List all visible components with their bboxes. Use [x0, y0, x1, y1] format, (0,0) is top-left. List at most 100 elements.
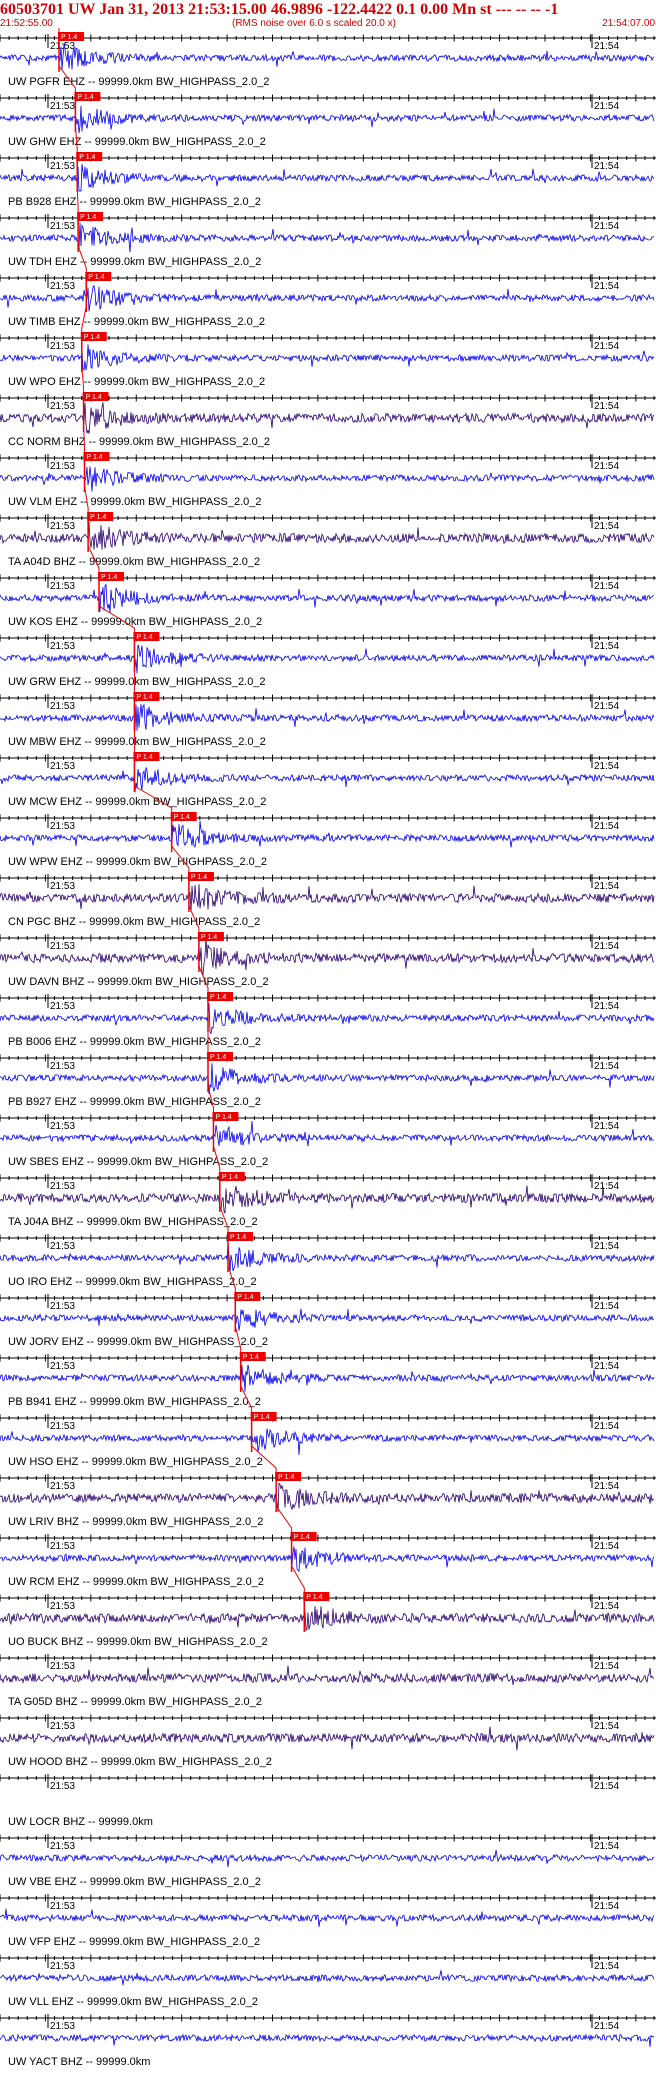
pick-label: P 1.4 — [278, 1474, 294, 1481]
pick-label: P 1.4 — [79, 154, 95, 161]
trace-label: UW JORV EHZ -- 99999.0km BW_HIGHPASS_2.0… — [8, 1336, 268, 1348]
trace-label: UW VLL EHZ -- 99999.0km BW_HIGHPASS_2.0_… — [8, 1996, 258, 2008]
trace-row: 21:53 21:54 P 1.4 UW JORV EHZ -- 99999.0km … — [0, 1292, 656, 1348]
waveform — [0, 163, 655, 192]
pick-label: P 1.4 — [61, 34, 77, 41]
pick-label: P 1.4 — [88, 274, 104, 281]
waveform — [0, 703, 655, 731]
trace-row: 21:53 21:54 P 1.4 TA J04A BHZ -- 99999.0km … — [0, 1172, 656, 1228]
tick-label-2153: 21:53 — [50, 1121, 75, 1132]
trace-row: 21:53 21:54 P 1.4 UW WPO EHZ -- 99999.0km B… — [0, 332, 656, 388]
trace-label: UW SBES EHZ -- 99999.0km BW_HIGHPASS_2.0… — [8, 1156, 268, 1168]
waveform — [0, 936, 655, 976]
trace-label: UW VLM EHZ -- 99999.0km BW_HIGHPASS_2.0_… — [8, 496, 262, 508]
tick-label-2153: 21:53 — [50, 401, 75, 412]
tick-label-2154: 21:54 — [594, 521, 619, 532]
tick-label-2153: 21:53 — [50, 1301, 75, 1312]
tick-label-2154: 21:54 — [594, 821, 619, 832]
tick-label-2154: 21:54 — [594, 41, 619, 52]
trace-label: UW WPO EHZ -- 99999.0km BW_HIGHPASS_2.0_… — [8, 376, 265, 388]
tick-label-2153: 21:53 — [50, 1001, 75, 1012]
trace-label: PB B941 EHZ -- 99999.0km BW_HIGHPASS_2.0… — [8, 1396, 261, 1408]
tick-label-2154: 21:54 — [594, 221, 619, 232]
waveform — [0, 884, 655, 912]
tick-label-2153: 21:53 — [50, 101, 75, 112]
tick-label-2154: 21:54 — [594, 1601, 619, 1612]
trace-label: UW VFP EHZ -- 99999.0km BW_HIGHPASS_2.0_… — [8, 1936, 260, 1948]
tick-label-2154: 21:54 — [594, 1481, 619, 1492]
tick-label-2153: 21:53 — [50, 521, 75, 532]
tick-label-2154: 21:54 — [594, 1361, 619, 1372]
trace-row: 21:53 21:54 P 1.4 UW HSO EHZ -- 99999.0km B… — [0, 1412, 656, 1468]
tick-label-2153: 21:53 — [50, 341, 75, 352]
pick-label: P 1.4 — [215, 1114, 231, 1121]
tick-label-2154: 21:54 — [594, 1901, 619, 1912]
trace-row: 21:53 21:54 P 1.4 PB B006 EHZ -- 99999.0km … — [0, 992, 656, 1048]
waveform — [0, 1908, 655, 1927]
tick-label-2154: 21:54 — [594, 461, 619, 472]
waveform — [0, 1428, 655, 1455]
waveform — [0, 1606, 655, 1632]
tick-label-2154: 21:54 — [594, 1121, 619, 1132]
trace-row: 21:53 21:54 P 1.4 UW PGFR EHZ -- 99999.0km … — [0, 32, 656, 88]
trace-row: 21:53 21:54 P 1.4 CC NORM BHZ -- 99999.0km … — [0, 392, 656, 448]
trace-row: 21:53 21:54 UW HOOD BHZ -- 99999.0km BW_HI… — [0, 1714, 656, 1768]
trace-row: 21:53 21:54 P 1.4 UW GHW EHZ -- 99999.0km B… — [0, 92, 656, 148]
tick-label-2153: 21:53 — [50, 41, 75, 52]
tick-label-2153: 21:53 — [50, 1061, 75, 1072]
waveform — [0, 1970, 655, 1986]
seismogram-plot: 21:53 21:54 P 1.4 UW PGFR EHZ -- 99999.0km … — [0, 28, 656, 2068]
trace-row: 21:53 21:54 P 1.4 UW TDH EHZ -- 99999.0km B… — [0, 212, 656, 268]
waveform — [0, 43, 655, 70]
trace-label: TA J04A BHZ -- 99999.0km BW_HIGHPASS_2.0… — [8, 1216, 258, 1228]
pick-label: P 1.4 — [210, 1054, 226, 1061]
trace-label: UW HOOD BHZ -- 99999.0km BW_HIGHPASS_2.0… — [8, 1756, 272, 1768]
waveform — [0, 521, 655, 550]
trace-row: 21:53 21:54 P 1.4 UW SBES EHZ -- 99999.0km … — [0, 1112, 656, 1168]
waveform — [0, 402, 655, 434]
waveform — [0, 644, 655, 674]
pick-label: P 1.4 — [210, 994, 226, 1001]
tick-label-2154: 21:54 — [594, 1781, 619, 1792]
tick-label-2154: 21:54 — [594, 1421, 619, 1432]
pick-label: P 1.4 — [237, 1294, 253, 1301]
tick-label-2153: 21:53 — [50, 1841, 75, 1852]
tick-label-2153: 21:53 — [50, 1541, 75, 1552]
tick-label-2153: 21:53 — [50, 1661, 75, 1672]
pick-label: P 1.4 — [136, 754, 152, 761]
tick-label-2154: 21:54 — [594, 1301, 619, 1312]
trace-row: 21:53 21:54 P 1.4 UW WPW EHZ -- 99999.0km B… — [0, 812, 656, 868]
pick-label: P 1.4 — [86, 394, 102, 401]
pick-label: P 1.4 — [222, 1174, 238, 1181]
tick-label-2154: 21:54 — [594, 341, 619, 352]
trace-row: 21:53 21:54 UW YACT BHZ -- 99999.0km — [0, 2014, 656, 2068]
trace-row: 21:53 21:54 P 1.4 UW LRIV BHZ -- 99999.0km … — [0, 1472, 656, 1528]
trace-row: 21:53 21:54 P 1.4 UW MBW EHZ -- 99999.0km B… — [0, 692, 656, 748]
tick-label-2153: 21:53 — [50, 1781, 75, 1792]
trace-label: UW PGFR EHZ -- 99999.0km BW_HIGHPASS_2.0… — [8, 76, 269, 88]
waveform — [0, 1665, 655, 1685]
waveform — [0, 1308, 654, 1331]
tick-label-2154: 21:54 — [594, 161, 619, 172]
waveform — [0, 1243, 655, 1273]
trace-label: UW TDH EHZ -- 99999.0km BW_HIGHPASS_2.0_… — [8, 256, 261, 268]
trace-row: 21:53 21:54 P 1.4 CN PGC BHZ -- 99999.0km B… — [0, 872, 656, 928]
trace-label: PB B927 EHZ -- 99999.0km BW_HIGHPASS_2.0… — [8, 1096, 261, 1108]
trace-label: UW TIMB EHZ -- 99999.0km BW_HIGHPASS_2.0… — [8, 316, 265, 328]
trace-label: UW DAVN BHZ -- 99999.0km BW_HIGHPASS_2.0… — [8, 976, 269, 988]
tick-label-2154: 21:54 — [594, 1721, 619, 1732]
waveform — [0, 1726, 655, 1751]
tick-label-2153: 21:53 — [50, 1481, 75, 1492]
trace-row: 21:53 21:54 P 1.4 UW GRW EHZ -- 99999.0km B… — [0, 632, 656, 688]
trace-label: PB B006 EHZ -- 99999.0km BW_HIGHPASS_2.0… — [8, 1036, 261, 1048]
tick-label-2153: 21:53 — [50, 641, 75, 652]
tick-label-2154: 21:54 — [594, 881, 619, 892]
tick-label-2154: 21:54 — [594, 281, 619, 292]
tick-label-2153: 21:53 — [50, 281, 75, 292]
tick-label-2154: 21:54 — [594, 941, 619, 952]
pick-label: P 1.4 — [201, 934, 217, 941]
tick-label-2153: 21:53 — [50, 701, 75, 712]
waveform — [0, 820, 655, 848]
trace-label: CC NORM BHZ -- 99999.0km BW_HIGHPASS_2.0… — [8, 436, 270, 448]
tick-label-2154: 21:54 — [594, 1241, 619, 1252]
